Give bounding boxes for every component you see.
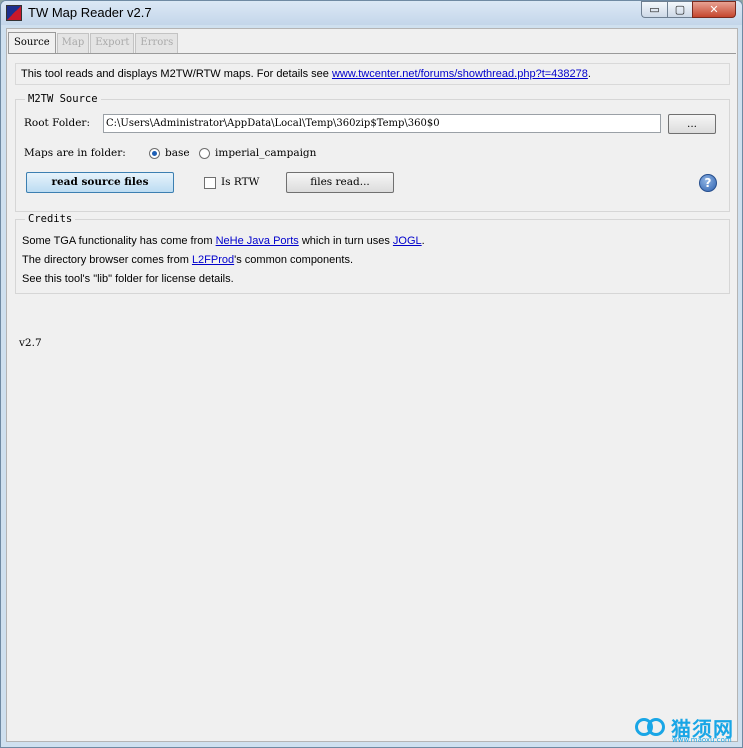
tab-bar: Source Map Export Errors [8,31,179,54]
watermark-url: www.maoxu.com [672,736,732,744]
base-radio-label: base [165,147,190,159]
root-folder-input[interactable]: C:\Users\Administrator\AppData\Local\Tem… [103,114,661,133]
app-window: TW Map Reader v2.7 ▭ ▢ ✕ Source Map Expo… [0,0,743,748]
info-text: This tool reads and displays M2TW/RTW ma… [15,63,730,85]
is-rtw-label: Is RTW [221,176,260,188]
l2fprod-link[interactable]: L2FProd [192,254,234,266]
credits-line-1-mid: which in turn uses [298,235,393,247]
credits-line-3: See this tool's "lib" folder for license… [22,273,234,285]
maximize-icon: ▢ [674,3,686,16]
minimize-button[interactable]: ▭ [641,1,667,18]
base-radio[interactable] [149,148,160,159]
credits-line-1: Some TGA functionality has come from NeH… [22,235,425,247]
maximize-button[interactable]: ▢ [667,1,692,18]
tab-source[interactable]: Source [8,32,56,54]
nehe-java-ports-link[interactable]: NeHe Java Ports [216,235,299,247]
maps-folder-label: Maps are in folder: [24,147,126,159]
window-title: TW Map Reader v2.7 [28,5,152,20]
twcenter-link[interactable]: www.twcenter.net/forums/showthread.php?t… [332,68,588,80]
is-rtw-checkbox[interactable] [204,177,216,189]
info-text-body: This tool reads and displays M2TW/RTW ma… [21,68,332,80]
info-text-suffix: . [587,68,591,80]
credits-line-1-text: Some TGA functionality has come from [22,235,216,247]
browse-button[interactable]: ... [668,114,716,134]
credits-group: Credits Some TGA functionality has come … [15,213,730,294]
credits-line-2: The directory browser comes from L2FProd… [22,254,353,266]
window-controls: ▭ ▢ ✕ [641,1,736,19]
m2tw-source-group: M2TW Source Root Folder: C:\Users\Admini… [15,93,730,212]
close-icon: ✕ [709,3,719,16]
tab-map[interactable]: Map [56,33,90,53]
credits-line-2-text: The directory browser comes from [22,254,192,266]
read-source-files-button[interactable]: read source files [26,172,174,193]
root-folder-label: Root Folder: [24,117,90,129]
client-area: Source Map Export Errors This tool reads… [6,28,738,742]
app-icon [6,5,22,21]
source-tab-panel: This tool reads and displays M2TW/RTW ma… [8,53,736,741]
credits-line-1-end: . [421,235,425,247]
group-title: M2TW Source [25,93,101,105]
imperial-campaign-radio-label: imperial_campaign [215,147,317,159]
watermark-logo-icon [635,718,665,736]
jogl-link[interactable]: JOGL [393,235,422,247]
tab-errors[interactable]: Errors [135,33,179,53]
minimize-icon: ▭ [649,3,660,16]
version-label: v2.7 [19,337,42,349]
credits-line-2-end: 's common components. [234,254,354,266]
files-read-button[interactable]: files read... [286,172,394,193]
credits-title: Credits [25,213,76,225]
imperial-campaign-radio[interactable] [199,148,210,159]
title-bar[interactable]: TW Map Reader v2.7 ▭ ▢ ✕ [1,1,742,25]
close-button[interactable]: ✕ [692,1,736,18]
help-icon[interactable]: ? [699,174,717,192]
tab-export[interactable]: Export [90,33,135,53]
